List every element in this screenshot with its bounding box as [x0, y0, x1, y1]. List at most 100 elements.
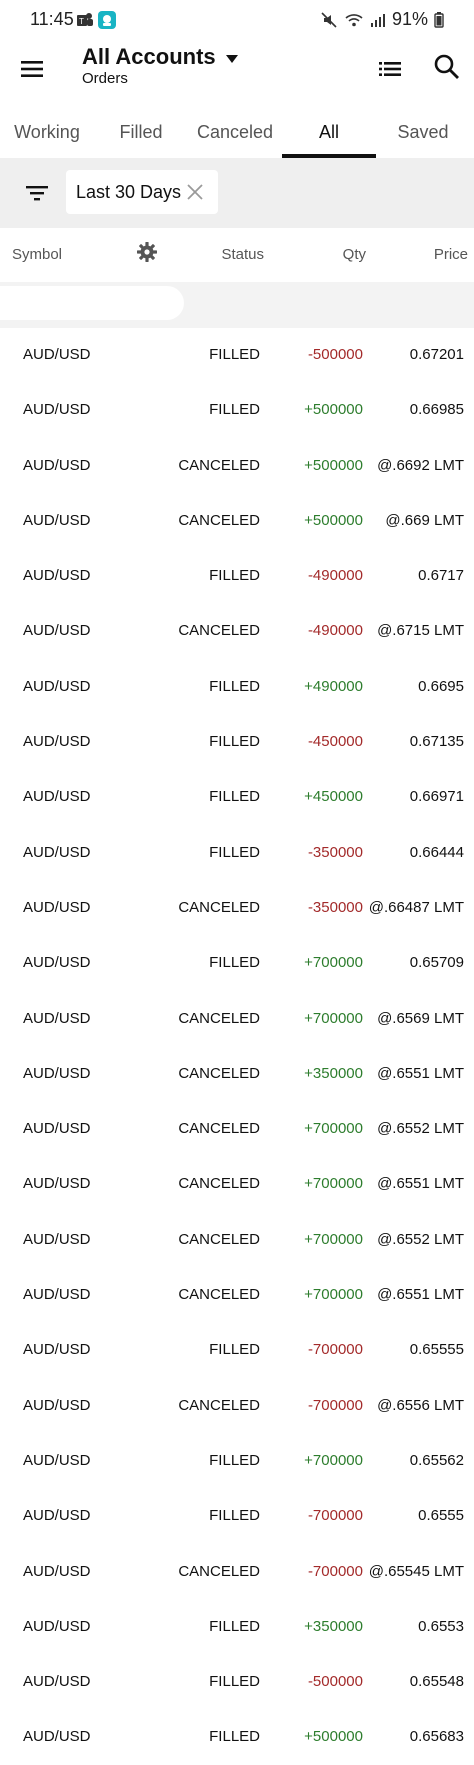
order-row[interactable]: AUD/USD FILLED -490000 0.6717 — [0, 549, 474, 604]
svg-text:T: T — [79, 17, 84, 26]
page-subtitle: Orders — [82, 70, 128, 87]
dropdown-icon — [225, 44, 238, 70]
order-row[interactable]: AUD/USD FILLED +700000 0.65709 — [0, 936, 474, 991]
order-status: CANCELED — [178, 511, 260, 529]
order-tabs: Working Filled Canceled All Saved — [0, 106, 474, 158]
order-symbol: AUD/USD — [23, 1175, 91, 1193]
order-row[interactable]: AUD/USD CANCELED +350000 @.6551 LMT — [0, 1047, 474, 1102]
order-row[interactable]: AUD/USD FILLED +450000 0.66971 — [0, 770, 474, 825]
order-symbol: AUD/USD — [23, 1341, 91, 1359]
order-status: CANCELED — [178, 1286, 260, 1304]
order-price: @.6569 LMT — [377, 1009, 464, 1027]
order-qty: -500000 — [307, 346, 363, 363]
order-row[interactable]: AUD/USD FILLED +500000 0.65683 — [0, 1710, 474, 1765]
order-symbol: AUD/USD — [23, 1617, 91, 1635]
order-status: FILLED — [209, 567, 260, 585]
order-price: 0.66971 — [409, 788, 464, 806]
order-status: CANCELED — [178, 1175, 260, 1193]
tab-saved[interactable]: Saved — [376, 106, 470, 158]
order-qty: +490000 — [304, 677, 363, 695]
order-status: CANCELED — [178, 1562, 260, 1580]
order-qty: -700000 — [307, 1562, 363, 1580]
order-qty: -700000 — [307, 1507, 363, 1525]
gear-icon[interactable] — [136, 241, 158, 263]
order-status: FILLED — [209, 677, 260, 695]
order-row[interactable]: AUD/USD CANCELED +700000 @.6551 LMT — [0, 1268, 474, 1323]
order-price: 0.6717 — [418, 567, 464, 585]
order-row[interactable]: AUD/USD FILLED -700000 0.6555 — [0, 1489, 474, 1544]
order-row[interactable]: AUD/USD CANCELED +700000 @.6552 LMT — [0, 1213, 474, 1268]
order-row[interactable]: AUD/USD FILLED +500000 0.66985 — [0, 383, 474, 438]
order-price: 0.65555 — [409, 1341, 464, 1359]
order-row[interactable]: AUD/USD FILLED -450000 0.67135 — [0, 715, 474, 770]
order-symbol: AUD/USD — [23, 1562, 91, 1580]
order-qty: -500000 — [307, 1673, 363, 1691]
order-symbol: AUD/USD — [23, 511, 91, 529]
order-row[interactable]: AUD/USD FILLED -500000 0.67201 — [0, 328, 474, 383]
order-qty: -490000 — [307, 567, 363, 585]
order-price: 0.65709 — [409, 954, 464, 972]
order-qty: +700000 — [304, 1230, 363, 1248]
column-symbol: Symbol — [12, 246, 63, 263]
order-symbol: AUD/USD — [23, 843, 91, 861]
order-price: @.65545 LMT — [368, 1562, 464, 1580]
order-qty: +700000 — [304, 1120, 363, 1138]
order-qty: +700000 — [304, 1451, 363, 1469]
column-qty: Qty — [342, 246, 366, 263]
order-symbol: AUD/USD — [23, 1230, 91, 1248]
column-header: Symbol Status Qty Price — [0, 230, 474, 278]
order-status: FILLED — [209, 1673, 260, 1691]
order-price: 0.66985 — [409, 401, 464, 419]
order-symbol: AUD/USD — [23, 1673, 91, 1691]
order-row[interactable]: AUD/USD CANCELED -490000 @.6715 LMT — [0, 604, 474, 659]
order-row[interactable]: AUD/USD CANCELED -350000 @.66487 LMT — [0, 881, 474, 936]
order-row[interactable]: AUD/USD CANCELED +700000 @.6552 LMT — [0, 1102, 474, 1157]
order-price: @.66487 LMT — [368, 898, 464, 916]
order-status: FILLED — [209, 401, 260, 419]
search-icon[interactable] — [432, 52, 462, 82]
order-symbol: AUD/USD — [23, 346, 91, 363]
order-row[interactable]: AUD/USD FILLED +700000 0.65562 — [0, 1434, 474, 1489]
account-selector[interactable]: All Accounts — [82, 44, 238, 70]
order-row[interactable]: AUD/USD FILLED +490000 0.6695 — [0, 660, 474, 715]
filter-icon[interactable] — [24, 180, 50, 206]
order-price: @.6551 LMT — [377, 1286, 464, 1304]
order-symbol: AUD/USD — [23, 954, 91, 972]
status-indicators: 91% — [320, 9, 444, 30]
order-price: @.6551 LMT — [377, 1064, 464, 1082]
order-status: CANCELED — [178, 1120, 260, 1138]
close-icon[interactable] — [184, 181, 206, 203]
order-price: 0.6553 — [418, 1617, 464, 1635]
order-qty: +450000 — [304, 788, 363, 806]
order-row[interactable]: AUD/USD CANCELED +500000 @.669 LMT — [0, 494, 474, 549]
order-row[interactable]: AUD/USD FILLED -350000 0.66444 — [0, 826, 474, 881]
tab-filled[interactable]: Filled — [94, 106, 188, 158]
order-symbol: AUD/USD — [23, 1507, 91, 1525]
order-status: FILLED — [209, 1507, 260, 1525]
order-symbol: AUD/USD — [23, 1286, 91, 1304]
order-status: FILLED — [209, 843, 260, 861]
list-icon[interactable] — [375, 54, 405, 84]
order-status: FILLED — [209, 1617, 260, 1635]
menu-icon[interactable] — [18, 54, 48, 84]
tab-canceled[interactable]: Canceled — [188, 106, 282, 158]
order-row[interactable]: AUD/USD CANCELED -700000 @.6556 LMT — [0, 1379, 474, 1434]
account-title: All Accounts — [82, 44, 216, 69]
order-row[interactable]: AUD/USD FILLED -700000 0.65555 — [0, 1323, 474, 1378]
order-status: CANCELED — [178, 1009, 260, 1027]
order-price: @.6552 LMT — [377, 1230, 464, 1248]
order-row[interactable]: AUD/USD CANCELED -700000 @.65545 LMT — [0, 1545, 474, 1600]
order-symbol: AUD/USD — [23, 1728, 91, 1746]
order-price: 0.6695 — [418, 677, 464, 695]
order-status: CANCELED — [178, 622, 260, 640]
date-range-chip[interactable]: Last 30 Days — [66, 170, 218, 214]
tab-working[interactable]: Working — [0, 106, 94, 158]
order-row[interactable]: AUD/USD FILLED -500000 0.65548 — [0, 1655, 474, 1710]
tab-all[interactable]: All — [282, 106, 376, 158]
order-symbol: AUD/USD — [23, 788, 91, 806]
order-row[interactable]: AUD/USD CANCELED +500000 @.6692 LMT — [0, 439, 474, 494]
order-status: FILLED — [209, 1341, 260, 1359]
order-row[interactable]: AUD/USD CANCELED +700000 @.6551 LMT — [0, 1157, 474, 1212]
order-row[interactable]: AUD/USD FILLED +350000 0.6553 — [0, 1600, 474, 1655]
order-row[interactable]: AUD/USD CANCELED +700000 @.6569 LMT — [0, 992, 474, 1047]
